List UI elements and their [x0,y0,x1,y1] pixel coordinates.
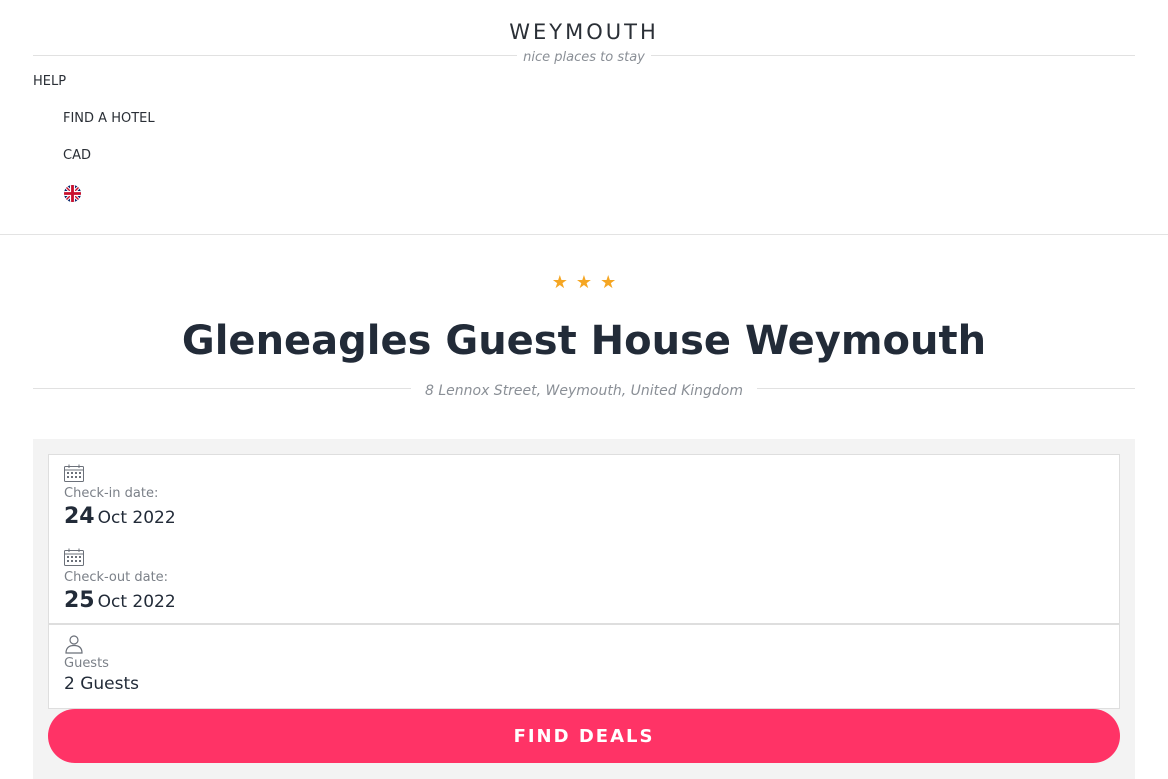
guests-value: 2 Guests [64,674,140,694]
calendar-icon [64,464,84,484]
date-divider [1119,455,1120,539]
checkout-label: Check-out date: [64,570,169,585]
person-icon [64,634,84,654]
star-icon: ★ [551,272,576,293]
guests-field[interactable]: Guests 2 Guests [64,634,139,694]
brand-tagline-wrap: nice places to stay [0,46,1168,65]
hotel-address: 8 Lennox Street, Weymouth, United Kingdo… [410,383,757,399]
checkin-label: Check-in date: [64,486,159,501]
brand-name[interactable]: WEYMOUTH [0,18,1168,46]
nav-find-hotel-link[interactable]: FIND A HOTEL [63,111,155,126]
header-divider [0,234,1168,235]
nav-help-link[interactable]: HELP [33,74,66,89]
guests-selector[interactable]: Guests 2 Guests [48,624,1120,709]
hotel-address-wrap: 8 Lennox Street, Weymouth, United Kingdo… [0,380,1168,399]
checkout-field[interactable]: Check-out date: 25 Oct 2022 [64,548,176,613]
checkin-field[interactable]: Check-in date: 24 Oct 2022 [64,464,176,529]
site-brand[interactable]: WEYMOUTH [0,18,1168,46]
brand-tagline: nice places to stay [517,50,651,65]
checkin-day: 24 [64,504,95,529]
star-rating: ★★★ [0,272,1168,293]
find-deals-button[interactable]: FIND DEALS [48,709,1120,763]
calendar-icon [64,548,84,568]
checkout-month-year: Oct 2022 [97,592,176,612]
checkout-day: 25 [64,588,95,613]
checkin-month-year: Oct 2022 [97,508,176,528]
date-picker[interactable]: Check-in date: 24 Oct 2022 Check-out date… [48,454,1120,624]
guests-label: Guests [64,656,109,671]
checkout-value: 25 Oct 2022 [64,588,176,613]
star-icon: ★ [575,272,601,293]
currency-selector[interactable]: CAD [63,148,91,163]
uk-flag-icon[interactable] [64,185,81,202]
hotel-name: Gleneagles Guest House Weymouth [181,318,987,364]
checkin-value: 24 Oct 2022 [64,504,176,529]
star-icon: ★ [600,272,625,293]
